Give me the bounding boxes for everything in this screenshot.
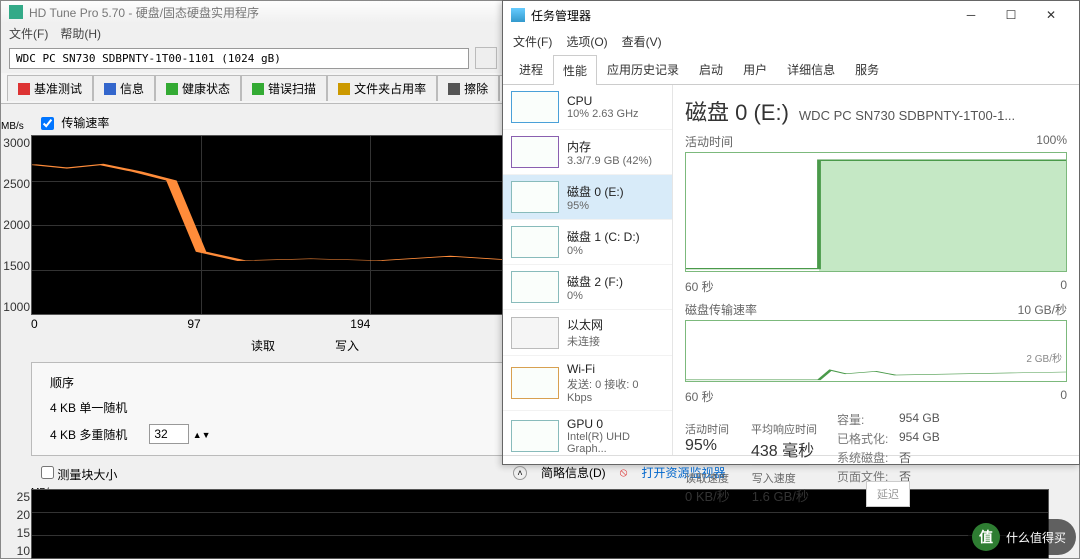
info-row: 已格式化:954 GB [837, 430, 940, 447]
transfer-checkbox-label: 传输速率 [61, 116, 109, 130]
chart2-xr: 0 [1060, 388, 1067, 405]
tm-menu-view[interactable]: 查看(V) [622, 33, 662, 50]
app-icon [9, 5, 23, 19]
sidebar-item-wifi-6[interactable]: Wi-Fi发送: 0 接收: 0 Kbps [503, 356, 672, 411]
watermark-badge-icon: 值 [972, 523, 1000, 551]
queue-depth-spinner[interactable]: 32 [149, 424, 189, 444]
chart2-xl: 60 秒 [685, 388, 714, 405]
menu-help[interactable]: 帮助(H) [60, 25, 101, 41]
write-label: 写入 [335, 337, 359, 354]
thumb-icon [511, 136, 559, 168]
tab-icon [18, 83, 30, 95]
watermark: 值 什么值得买 [968, 519, 1076, 555]
tm-sidebar: CPU10% 2.63 GHz内存3.3/7.9 GB (42%)磁盘 0 (E… [503, 85, 673, 455]
tm-tab-5[interactable]: 详细信息 [777, 54, 845, 84]
delay-label: 延迟 [866, 481, 910, 507]
sidebar-item-eth-5[interactable]: 以太网未连接 [503, 310, 672, 356]
sidebar-item-cpu-0[interactable]: CPU10% 2.63 GHz [503, 85, 672, 130]
hdtune-tab-0[interactable]: 基准测试 [7, 75, 93, 101]
hdtune-tab-4[interactable]: 文件夹占用率 [327, 75, 437, 101]
tm-menu-options[interactable]: 选项(O) [566, 33, 607, 50]
chart1-label: 活动时间 [685, 133, 733, 150]
sidebar-item-gpu-7[interactable]: GPU 0Intel(R) UHD Graph... [503, 411, 672, 455]
y-unit-label: MB/s [1, 121, 24, 132]
watermark-text: 什么值得买 [1006, 529, 1066, 546]
hdtune-title-text: HD Tune Pro 5.70 - 硬盘/固态硬盘实用程序 [29, 4, 259, 21]
temp-button[interactable] [475, 47, 497, 69]
brief-info-button[interactable]: 简略信息(D) [541, 464, 606, 481]
tm-tab-6[interactable]: 服务 [845, 54, 889, 84]
tm-tabs: 进程性能应用历史记录启动用户详细信息服务 [503, 54, 1079, 85]
stat-resp-label: 平均响应时间 [751, 421, 817, 437]
thumb-icon [511, 367, 559, 399]
stat-active-value: 95% [685, 437, 729, 455]
transfer-checkbox[interactable] [41, 117, 54, 130]
chart2-label: 磁盘传输速率 [685, 301, 757, 318]
maximize-button[interactable]: ☐ [991, 1, 1031, 29]
read-label: 读取 [251, 337, 275, 354]
tab-icon [166, 83, 178, 95]
tm-tab-0[interactable]: 进程 [509, 54, 553, 84]
perfmon-icon: ⦸ [620, 465, 628, 480]
tab-icon [448, 83, 460, 95]
tm-main-panel: 磁盘 0 (E:) WDC PC SN730 SDBPNTY-1T00-1...… [673, 85, 1079, 455]
close-button[interactable]: ✕ [1031, 1, 1071, 29]
stat-read-label: 读取速度 [685, 470, 730, 486]
stat-resp-value: 438 毫秒 [751, 437, 817, 461]
transfer-chart: 2 GB/秒 [685, 320, 1067, 382]
chart1-right: 100% [1036, 133, 1067, 150]
hdtune-tab-5[interactable]: 擦除 [437, 75, 499, 101]
stat-write-value: 1.6 GB/秒 [752, 486, 809, 505]
disk-model: WDC PC SN730 SDBPNTY-1T00-1... [799, 108, 1015, 123]
hdtune-tab-2[interactable]: 健康状态 [155, 75, 241, 101]
chevron-up-icon[interactable]: ˄ [513, 466, 527, 480]
sidebar-item-disk-4[interactable]: 磁盘 2 (F:)0% [503, 265, 672, 310]
tm-menu-file[interactable]: 文件(F) [513, 33, 552, 50]
tm-menubar: 文件(F) 选项(O) 查看(V) [503, 29, 1079, 54]
sidebar-item-disk-3[interactable]: 磁盘 1 (C: D:)0% [503, 220, 672, 265]
thumb-icon [511, 271, 559, 303]
seq-row2: 4 KB 多重随机 [40, 421, 137, 447]
tm-tab-2[interactable]: 应用历史记录 [597, 54, 689, 84]
hdtune-tab-1[interactable]: 信息 [93, 75, 155, 101]
menu-file[interactable]: 文件(F) [9, 25, 48, 41]
seq-title: 顺序 [40, 371, 137, 394]
small-y-axis: 25201510 [8, 490, 30, 558]
sidebar-item-mem-1[interactable]: 内存3.3/7.9 GB (42%) [503, 130, 672, 175]
tm-tab-4[interactable]: 用户 [733, 54, 777, 84]
device-combo[interactable]: WDC PC SN730 SDBPNTY-1T00-1101 (1024 gB) [9, 48, 469, 69]
thumb-icon [511, 226, 559, 258]
tm-icon [511, 8, 525, 22]
tm-title-text: 任务管理器 [531, 7, 945, 24]
tab-icon [252, 83, 264, 95]
thumb-icon [511, 181, 559, 213]
y-axis: 30002500200015001000 [2, 136, 30, 314]
stat-read-value: 0 KB/秒 [685, 486, 730, 505]
task-manager-window: 任务管理器 ─ ☐ ✕ 文件(F) 选项(O) 查看(V) 进程性能应用历史记录… [502, 0, 1080, 465]
hdtune-tab-3[interactable]: 错误扫描 [241, 75, 327, 101]
blocksize-checkbox-label: 测量块大小 [57, 468, 117, 482]
chart2-right: 10 GB/秒 [1018, 301, 1067, 318]
chart1-xl: 60 秒 [685, 278, 714, 295]
stat-write-label: 写入速度 [752, 470, 809, 486]
thumb-icon [511, 420, 559, 452]
blocksize-checkbox[interactable] [41, 466, 54, 479]
tm-tab-1[interactable]: 性能 [553, 55, 597, 85]
info-row: 容量:954 GB [837, 411, 940, 428]
info-row: 系统磁盘:否 [837, 449, 940, 466]
seq-row1: 4 KB 单一随机 [40, 396, 137, 419]
stat-active-label: 活动时间 [685, 421, 729, 437]
tab-icon [338, 83, 350, 95]
tm-tab-3[interactable]: 启动 [689, 54, 733, 84]
activity-chart [685, 152, 1067, 272]
tm-titlebar[interactable]: 任务管理器 ─ ☐ ✕ [503, 1, 1079, 29]
sidebar-item-disk-2[interactable]: 磁盘 0 (E:)95% [503, 175, 672, 220]
thumb-icon [511, 91, 559, 123]
thumb-icon [511, 317, 559, 349]
tab-icon [104, 83, 116, 95]
disk-title: 磁盘 0 (E:) [685, 95, 789, 127]
chart1-xr: 0 [1060, 278, 1067, 295]
minimize-button[interactable]: ─ [951, 1, 991, 29]
